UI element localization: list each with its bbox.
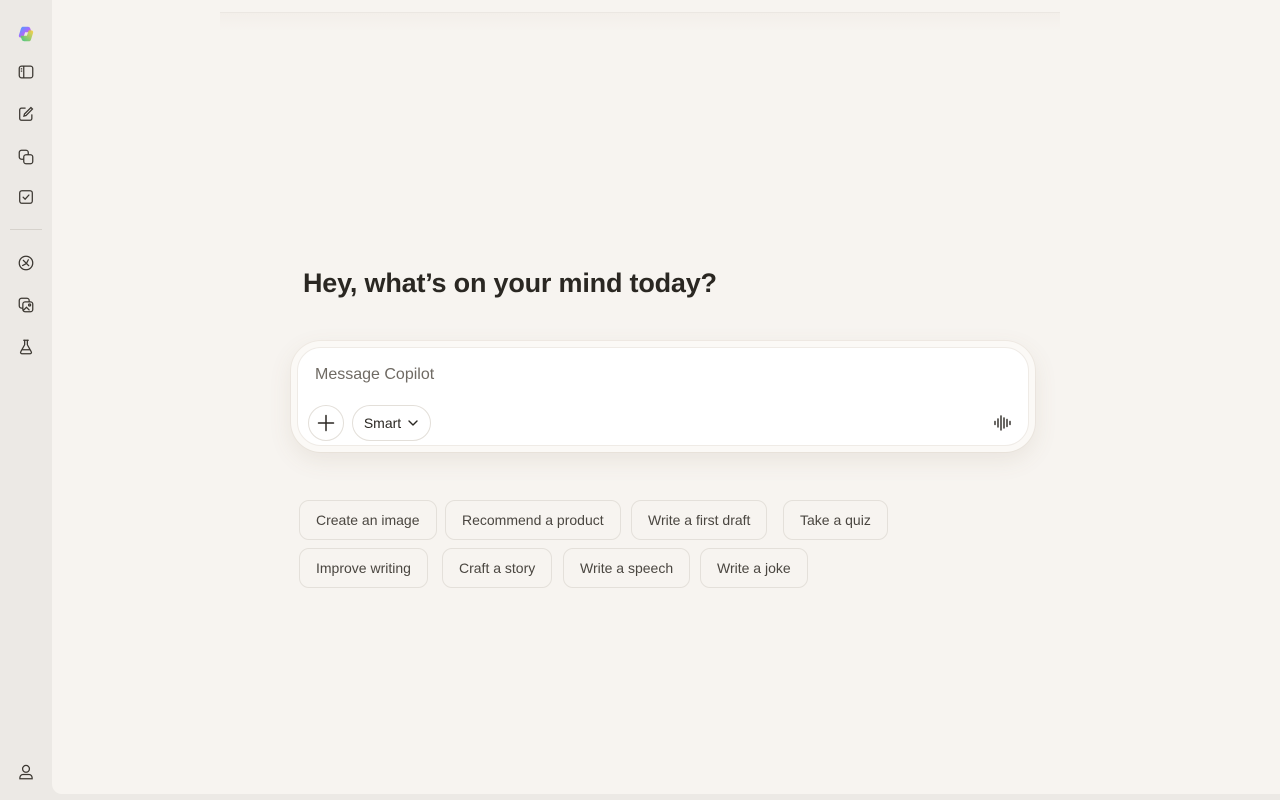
suggestion-chip[interactable]: Create an image: [299, 500, 437, 540]
plus-icon: [317, 414, 335, 432]
main-content: Hey, what’s on your mind today? Smart: [52, 0, 1280, 794]
sidebar: [0, 0, 52, 800]
copilot-logo-icon[interactable]: [12, 20, 40, 48]
suggestion-chip[interactable]: Take a quiz: [783, 500, 888, 540]
voice-waveform-icon: [994, 415, 1011, 431]
composer: Smart: [297, 347, 1029, 446]
tasks-icon[interactable]: [12, 183, 40, 211]
suggestion-chip[interactable]: Recommend a product: [445, 500, 621, 540]
mode-label: Smart: [363, 415, 402, 431]
suggestion-chip[interactable]: Improve writing: [299, 548, 428, 588]
add-attachment-button[interactable]: [308, 405, 344, 441]
image-gallery-icon[interactable]: [12, 291, 40, 319]
new-chat-icon[interactable]: [12, 100, 40, 128]
message-input[interactable]: [313, 363, 933, 387]
sidebar-divider: [10, 229, 42, 230]
sidebar-toggle-icon[interactable]: [12, 58, 40, 86]
greeting-heading: Hey, what’s on your mind today?: [303, 268, 717, 298]
suggestion-chip[interactable]: Write a first draft: [631, 500, 768, 540]
labs-icon[interactable]: [12, 333, 40, 361]
pages-icon[interactable]: [12, 143, 40, 171]
chevron-down-icon: [408, 420, 418, 426]
discover-icon[interactable]: [12, 249, 40, 277]
mode-select-button[interactable]: Smart: [352, 405, 431, 441]
profile-icon[interactable]: [12, 758, 40, 786]
voice-button[interactable]: [990, 411, 1014, 435]
suggestion-chip[interactable]: Craft a story: [442, 548, 553, 588]
suggestion-chip[interactable]: Write a joke: [700, 548, 808, 588]
top-fade-band: [220, 12, 1060, 32]
suggestion-chip[interactable]: Write a speech: [563, 548, 691, 588]
